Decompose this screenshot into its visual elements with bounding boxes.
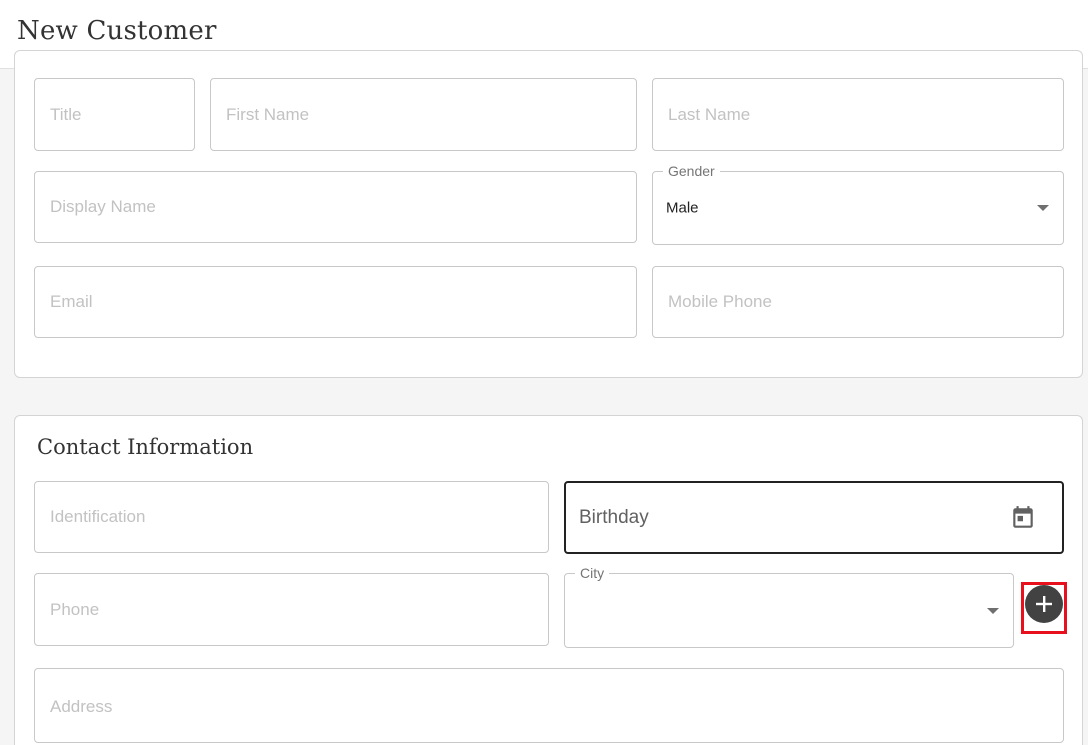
email-placeholder: Email (50, 292, 93, 311)
phone-placeholder: Phone (50, 599, 100, 619)
city-label: City (575, 564, 610, 582)
contact-information-title: Contact Information (37, 435, 254, 459)
address-placeholder: Address (50, 697, 113, 716)
chevron-down-icon (1037, 205, 1049, 211)
last-name-field[interactable]: Last Name (652, 78, 1064, 151)
city-select[interactable]: City (564, 564, 1014, 648)
gender-value: Male (666, 199, 699, 217)
first-name-field[interactable]: First Name (210, 78, 637, 151)
email-field[interactable]: Email (34, 266, 637, 338)
chevron-down-icon (987, 607, 999, 614)
phone-field[interactable]: Phone (34, 573, 549, 646)
calendar-icon[interactable] (1010, 505, 1036, 531)
gender-select[interactable]: Gender Male (652, 162, 1064, 245)
mobile-phone-placeholder: Mobile Phone (668, 292, 772, 311)
add-city-button[interactable] (1025, 585, 1063, 623)
birthday-field[interactable]: Birthday (564, 481, 1064, 554)
first-name-placeholder: First Name (226, 104, 310, 124)
display-name-placeholder: Display Name (50, 197, 156, 216)
plus-circle-icon (1036, 596, 1052, 612)
last-name-placeholder: Last Name (668, 104, 751, 124)
title-field[interactable]: Title (34, 78, 195, 151)
display-name-field[interactable]: Display Name (34, 171, 637, 243)
identification-placeholder: Identification (50, 507, 146, 526)
identification-field[interactable]: Identification (34, 481, 549, 553)
mobile-phone-field[interactable]: Mobile Phone (652, 266, 1064, 338)
address-field[interactable]: Address (34, 668, 1064, 743)
birthday-placeholder: Birthday (579, 506, 649, 528)
title-placeholder: Title (50, 104, 82, 124)
gender-label: Gender (663, 162, 720, 180)
page-title: New Customer (17, 16, 217, 46)
